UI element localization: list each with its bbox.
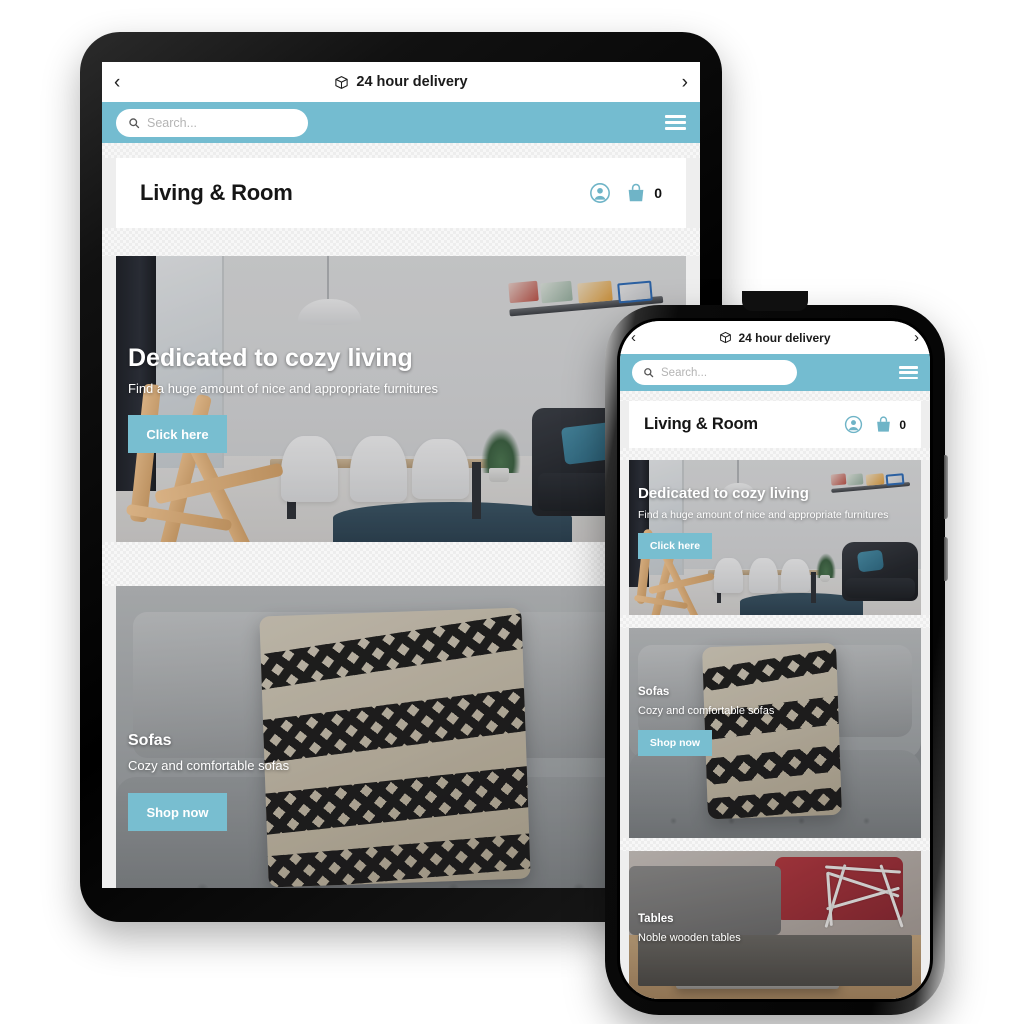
menu-icon[interactable] xyxy=(899,366,918,379)
tables-heading: Tables xyxy=(638,913,674,925)
phone-bg-gap-1 xyxy=(620,391,930,401)
delivery-banner: 24 hour delivery xyxy=(636,331,914,345)
package-icon xyxy=(720,331,732,344)
phone-card-tables[interactable]: Tables Noble wooden tables xyxy=(629,851,921,999)
cart-count: 0 xyxy=(899,417,906,432)
phone-notch xyxy=(742,291,808,311)
delivery-banner-label: 24 hour delivery xyxy=(356,74,468,90)
menu-icon[interactable] xyxy=(665,115,686,130)
phone-delivery-bar: ‹ 24 hour delivery › xyxy=(620,321,930,354)
hero-subtext: Find a huge amount of nice and appropria… xyxy=(128,381,439,396)
tablet-search-bar: Search... xyxy=(102,102,700,143)
tablet-page-header: Living & Room 0 xyxy=(116,158,686,228)
header-actions: 0 xyxy=(844,415,906,434)
account-icon[interactable] xyxy=(589,182,611,204)
search-placeholder-text: Search... xyxy=(661,366,708,379)
hero-heading: Dedicated to cozy living xyxy=(638,485,809,502)
tables-text-block: Tables Noble wooden tables xyxy=(638,913,908,944)
search-icon xyxy=(129,117,140,128)
sofas-subtext: Cozy and comfortable sofas xyxy=(638,705,775,717)
phone-card-sofas[interactable]: Sofas Cozy and comfortable sofas Shop no… xyxy=(629,628,921,838)
sofas-cta-button[interactable]: Shop now xyxy=(638,730,712,756)
package-icon xyxy=(335,75,349,89)
page-title: Living & Room xyxy=(140,180,293,205)
search-input[interactable]: Search... xyxy=(116,108,308,137)
tables-subtext: Noble wooden tables xyxy=(638,932,741,944)
hero-text-block: Dedicated to cozy living Find a huge amo… xyxy=(128,344,662,453)
delivery-banner-label: 24 hour delivery xyxy=(738,330,831,345)
phone-side-button-1[interactable] xyxy=(944,455,948,519)
tablet-card-sofas[interactable]: Sofas Cozy and comfortable sofas Shop no… xyxy=(116,586,686,888)
tablet-bg-gap-2 xyxy=(102,228,700,256)
hero-text-block: Dedicated to cozy living Find a huge amo… xyxy=(638,485,908,560)
forward-chevron-icon[interactable]: › xyxy=(914,330,919,345)
sofas-text-block: Sofas Cozy and comfortable sofas Shop no… xyxy=(128,732,662,831)
phone-page-header: Living & Room 0 xyxy=(629,401,921,448)
phone-screen: ‹ 24 hour delivery › Search... Living & … xyxy=(620,321,930,999)
shopping-bag-icon xyxy=(877,416,891,432)
tablet-delivery-bar: ‹ 24 hour delivery › xyxy=(102,62,700,102)
cart-widget[interactable]: 0 xyxy=(874,415,906,434)
phone-bg-gap-4 xyxy=(620,838,930,851)
sofas-heading: Sofas xyxy=(128,732,172,749)
cart-count: 0 xyxy=(654,185,662,201)
phone-search-bar: Search... xyxy=(620,354,930,391)
sofas-subtext: Cozy and comfortable sofas xyxy=(128,758,290,773)
hero-cta-button[interactable]: Click here xyxy=(638,533,712,560)
phone-side-button-2[interactable] xyxy=(944,537,948,581)
shopping-bag-icon xyxy=(628,183,644,202)
header-actions: 0 xyxy=(589,182,662,204)
search-placeholder-text: Search... xyxy=(147,115,198,130)
hero-subtext: Find a huge amount of nice and appropria… xyxy=(638,509,889,521)
cart-widget[interactable]: 0 xyxy=(625,182,662,204)
phone-card-hero[interactable]: Dedicated to cozy living Find a huge amo… xyxy=(629,460,921,615)
tablet-bg-gap-1 xyxy=(102,143,700,158)
sofas-heading: Sofas xyxy=(638,686,670,698)
mockup-stage: ‹ 24 hour delivery › Search... Living & … xyxy=(0,0,1024,1024)
hero-heading: Dedicated to cozy living xyxy=(128,344,413,372)
sofas-text-block: Sofas Cozy and comfortable sofas Shop no… xyxy=(638,686,908,756)
delivery-banner: 24 hour delivery xyxy=(120,74,681,90)
tablet-card-hero[interactable]: Dedicated to cozy living Find a huge amo… xyxy=(116,256,686,542)
sofas-cta-button[interactable]: Shop now xyxy=(128,793,227,831)
hero-cta-button[interactable]: Click here xyxy=(128,415,227,453)
phone-bg-gap-2 xyxy=(620,448,930,460)
account-icon[interactable] xyxy=(844,415,863,434)
forward-chevron-icon[interactable]: › xyxy=(682,73,688,92)
phone-bg-gap-3 xyxy=(620,615,930,628)
